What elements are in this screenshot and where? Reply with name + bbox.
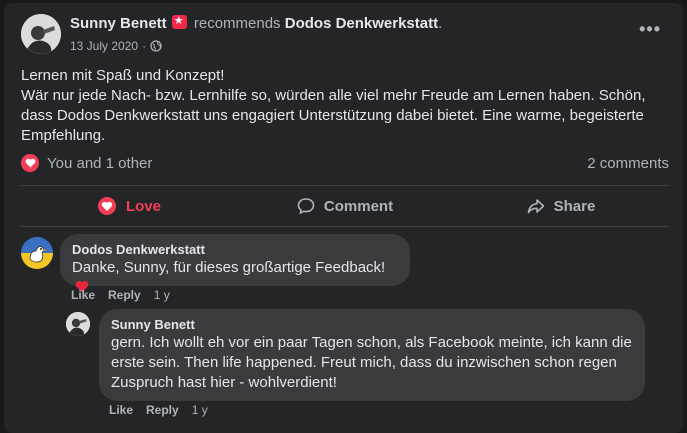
comment-label: Comment bbox=[323, 197, 394, 215]
meta-separator: · bbox=[142, 39, 147, 53]
love-label: Love bbox=[125, 197, 161, 215]
reply-actions: Like Reply 1 y bbox=[109, 403, 208, 417]
comment-bubble: Dodos Denkwerkstatt Danke, Sunny, für di… bbox=[60, 234, 410, 293]
recommended-page-name[interactable]: Dodos Denkwerkstatt bbox=[285, 15, 438, 32]
recommend-verb: recommends bbox=[193, 15, 281, 32]
comment-time[interactable]: 1 y bbox=[154, 288, 170, 302]
reply-reply-button[interactable]: Reply bbox=[146, 403, 179, 417]
recommend-badge-icon bbox=[171, 14, 187, 29]
globe-icon bbox=[150, 40, 162, 52]
reply-time[interactable]: 1 y bbox=[192, 403, 208, 417]
comments-count[interactable]: 2 comments bbox=[587, 155, 669, 172]
reply-author[interactable]: Sunny Benett bbox=[111, 317, 633, 333]
person-photo-icon bbox=[66, 312, 90, 336]
comment-icon bbox=[297, 198, 315, 215]
author-avatar[interactable] bbox=[21, 14, 61, 54]
share-button[interactable]: Share bbox=[453, 189, 669, 223]
post-meta: 13 July 2020 · bbox=[70, 39, 162, 53]
heart-icon bbox=[21, 154, 39, 172]
reply-avatar[interactable] bbox=[66, 312, 90, 336]
reply-bubble: Sunny Benett gern. Ich wollt eh vor ein … bbox=[99, 309, 645, 401]
author-name[interactable]: Sunny Benett bbox=[70, 15, 167, 32]
comment-text-content: Danke, Sunny, für dieses großartige Feed… bbox=[72, 259, 386, 276]
share-icon bbox=[527, 199, 544, 214]
person-photo-icon bbox=[21, 14, 61, 54]
commenter-avatar[interactable] bbox=[21, 237, 53, 269]
post-text-line: Wär nur jede Nach- bzw. Lernhilfe so, wü… bbox=[21, 87, 646, 144]
love-heart-icon bbox=[97, 197, 116, 215]
dodo-logo-icon bbox=[21, 237, 53, 269]
share-label: Share bbox=[553, 197, 596, 215]
post-date[interactable]: 13 July 2020 bbox=[70, 39, 138, 53]
comment-like-button[interactable]: Like bbox=[71, 288, 95, 302]
reactions-text: You and 1 other bbox=[47, 154, 153, 172]
post-card: Sunny Benett recommends Dodos Denkwerkst… bbox=[4, 3, 683, 433]
divider bbox=[21, 185, 669, 186]
reply-text: gern. Ich wollt eh vor ein paar Tagen sc… bbox=[111, 334, 632, 391]
post-text-line: Lernen mit Spaß und Konzept! bbox=[21, 67, 225, 84]
comment-reply-button[interactable]: Reply bbox=[108, 288, 141, 302]
comment-actions: Like Reply 1 y bbox=[71, 288, 170, 302]
reply-like-button[interactable]: Like bbox=[109, 403, 133, 417]
comment-button[interactable]: Comment bbox=[237, 189, 453, 223]
header-period: . bbox=[438, 15, 443, 32]
post-action-row: Love Comment Share bbox=[21, 189, 669, 223]
post-text: Lernen mit Spaß und Konzept! Wär nur jed… bbox=[21, 66, 671, 146]
love-button[interactable]: Love bbox=[21, 189, 237, 223]
reactions-summary[interactable]: You and 1 other bbox=[21, 154, 152, 172]
post-header-line: Sunny Benett recommends Dodos Denkwerkst… bbox=[70, 14, 443, 32]
more-options-icon[interactable]: ••• bbox=[639, 20, 661, 38]
divider bbox=[21, 226, 669, 227]
comment-author[interactable]: Dodos Denkwerkstatt bbox=[72, 242, 398, 258]
